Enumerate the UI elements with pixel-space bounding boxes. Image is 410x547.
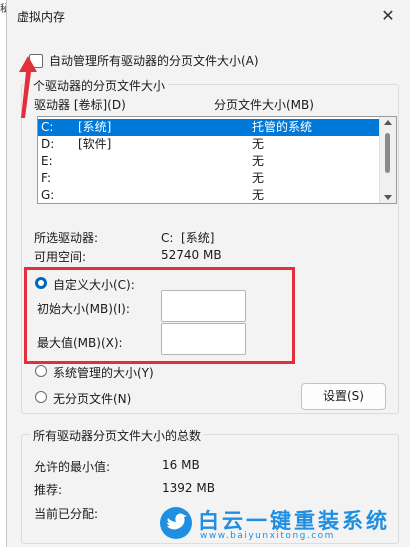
auto-manage-checkbox-row[interactable]: 自动管理所有驱动器的分页文件大小(A)	[29, 52, 259, 69]
drive-list[interactable]: C: [系统] 托管的系统 D: [软件] 无 E: 无 F: 无 G: 无	[37, 116, 397, 204]
column-header-paging-size[interactable]: 分页文件大小(MB)	[214, 96, 314, 113]
watermark-url: www.baiyunxitong.com	[200, 531, 335, 541]
selected-drive-value: C: [系统]	[161, 231, 215, 245]
bird-logo-icon	[160, 507, 192, 539]
current-allocated-label: 当前已分配:	[34, 507, 99, 521]
no-paging-file-radio[interactable]	[35, 391, 47, 403]
drive-size: 无	[252, 188, 265, 202]
drive-size: 无	[252, 171, 265, 185]
auto-manage-label: 自动管理所有驱动器的分页文件大小(A)	[49, 54, 259, 68]
watermark: 白云一键重装系统 www.baiyunxitong.com	[160, 503, 406, 543]
free-space-label: 可用空间:	[34, 250, 87, 264]
drive-letter: D:	[41, 137, 55, 151]
annotation-highlight-box	[24, 267, 295, 364]
drive-label: [系统]	[78, 120, 112, 134]
drive-row-d[interactable]: D: [软件] 无	[38, 136, 380, 153]
drive-row-f[interactable]: F: 无	[38, 170, 380, 187]
drive-label: [软件]	[78, 137, 112, 151]
scroll-up-icon[interactable]	[384, 120, 392, 125]
drive-row-g[interactable]: G: 无	[38, 187, 380, 203]
recommended-label: 推荐:	[34, 483, 63, 497]
system-managed-label[interactable]: 系统管理的大小(Y)	[53, 364, 154, 381]
drive-size: 无	[252, 154, 265, 168]
dialog-title: 虚拟内存	[17, 10, 66, 24]
drive-size: 托管的系统	[252, 120, 313, 134]
drive-list-scrollbar[interactable]	[379, 117, 396, 203]
per-drive-group-label: 个驱动器的分页文件大小	[30, 77, 169, 94]
no-paging-file-label[interactable]: 无分页文件(N)	[53, 390, 131, 407]
column-header-drive[interactable]: 驱动器 [卷标](D)	[34, 96, 126, 113]
drive-letter: C:	[41, 120, 54, 134]
system-managed-radio[interactable]	[35, 365, 47, 377]
set-button[interactable]: 设置(S)	[301, 383, 386, 410]
totals-group-label: 所有驱动器分页文件大小的总数	[30, 427, 205, 444]
drive-size: 无	[252, 137, 265, 151]
drive-row-c[interactable]: C: [系统] 托管的系统	[38, 119, 380, 136]
drive-letter: G:	[41, 188, 55, 202]
drive-letter: E:	[41, 154, 53, 168]
min-allowed-label: 允许的最小值:	[34, 460, 111, 474]
drive-letter: F:	[41, 171, 52, 185]
free-space-value: 52740 MB	[161, 248, 222, 262]
selected-drive-label: 所选驱动器:	[34, 231, 99, 245]
title-bar: 虚拟内存 ✕	[7, 0, 410, 34]
min-allowed-value: 16 MB	[162, 458, 200, 472]
close-icon[interactable]: ✕	[380, 8, 396, 24]
scroll-down-icon[interactable]	[384, 195, 392, 200]
recommended-value: 1392 MB	[162, 481, 215, 495]
drive-row-e[interactable]: E: 无	[38, 153, 380, 170]
scroll-thumb[interactable]	[385, 133, 390, 173]
annotation-arrow-icon	[19, 56, 37, 118]
